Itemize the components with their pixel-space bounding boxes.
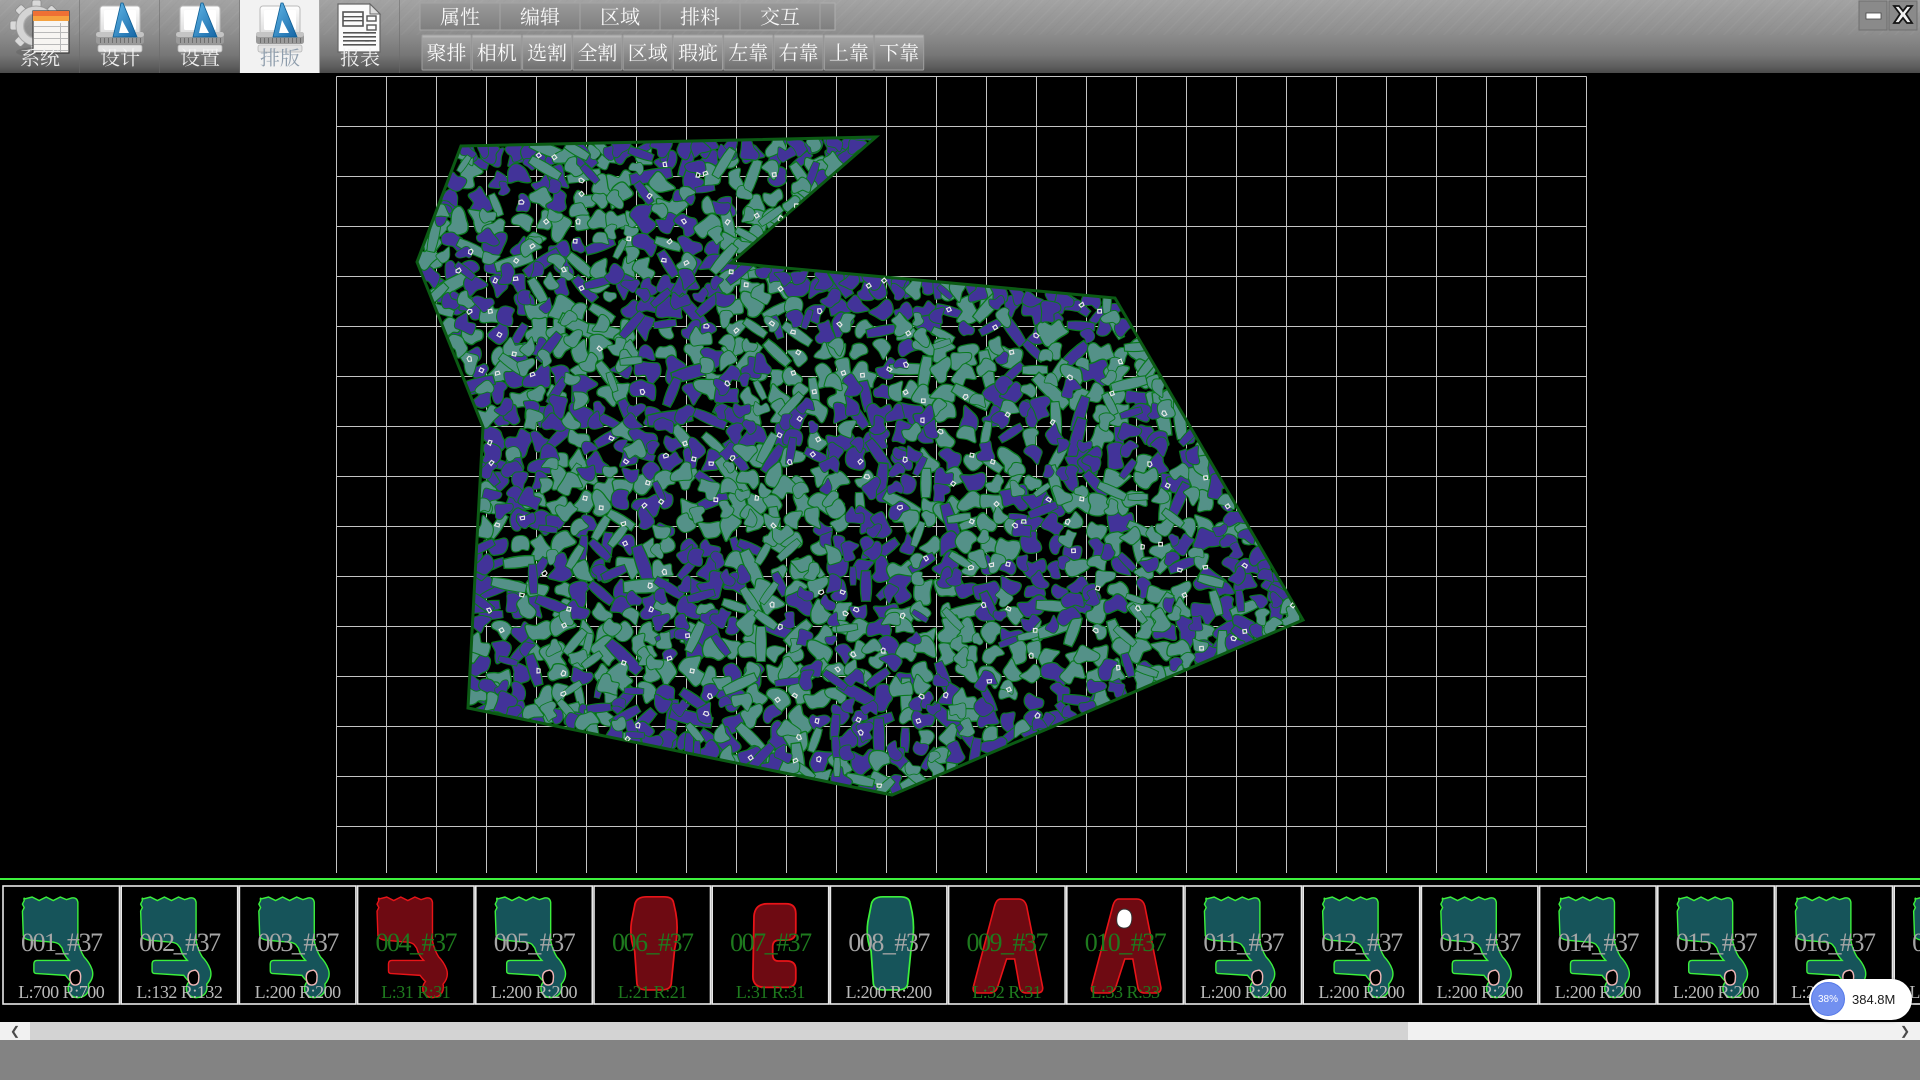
- svg-text:012_#37: 012_#37: [1321, 928, 1403, 957]
- svg-text:011_#37: 011_#37: [1203, 928, 1284, 957]
- svg-text:002_#37: 002_#37: [139, 928, 221, 957]
- svg-text:L:31 R:31: L:31 R:31: [736, 982, 805, 1002]
- svg-text:L:200 R:200: L:200 R:200: [1673, 982, 1760, 1002]
- svg-text:016_#37: 016_#37: [1794, 928, 1876, 957]
- svg-text:L:200 R:200: L:200 R:200: [1555, 982, 1642, 1002]
- svg-text:010_#37: 010_#37: [1085, 928, 1167, 957]
- svg-text:007_#37: 007_#37: [730, 928, 812, 957]
- svg-text:L:200 R:200: L:200 R:200: [1200, 982, 1287, 1002]
- svg-text:017_#37: 017_#37: [1912, 928, 1920, 957]
- svg-text:L:21 R:21: L:21 R:21: [618, 982, 687, 1002]
- svg-text:L:200 R:200: L:200 R:200: [255, 982, 342, 1002]
- svg-text:L:32 R:31: L:32 R:31: [972, 982, 1041, 1002]
- svg-text:005_#37: 005_#37: [494, 928, 576, 957]
- svg-text:008_#37: 008_#37: [848, 928, 930, 957]
- svg-text:006_#37: 006_#37: [612, 928, 694, 957]
- svg-text:L:200 R:200: L:200 R:200: [1318, 982, 1405, 1002]
- svg-text:014_#37: 014_#37: [1558, 928, 1640, 957]
- svg-text:015_#37: 015_#37: [1676, 928, 1758, 957]
- svg-text:L:700 R:700: L:700 R:700: [18, 982, 105, 1002]
- svg-text:013_#37: 013_#37: [1439, 928, 1521, 957]
- svg-text:L:200 R:200: L:200 R:200: [491, 982, 578, 1002]
- svg-text:L:132 R:132: L:132 R:132: [136, 982, 222, 1002]
- svg-text:004_#37: 004_#37: [376, 928, 458, 957]
- svg-text:L:200 R:200: L:200 R:200: [1437, 982, 1524, 1002]
- svg-text:L:200 R:200: L:200 R:200: [846, 982, 933, 1002]
- svg-text:009_#37: 009_#37: [967, 928, 1049, 957]
- svg-text:001_#37: 001_#37: [21, 928, 103, 957]
- svg-text:L:33 R:33: L:33 R:33: [1090, 982, 1160, 1002]
- svg-text:L:31 R:31: L:31 R:31: [381, 982, 450, 1002]
- svg-text:003_#37: 003_#37: [257, 928, 339, 957]
